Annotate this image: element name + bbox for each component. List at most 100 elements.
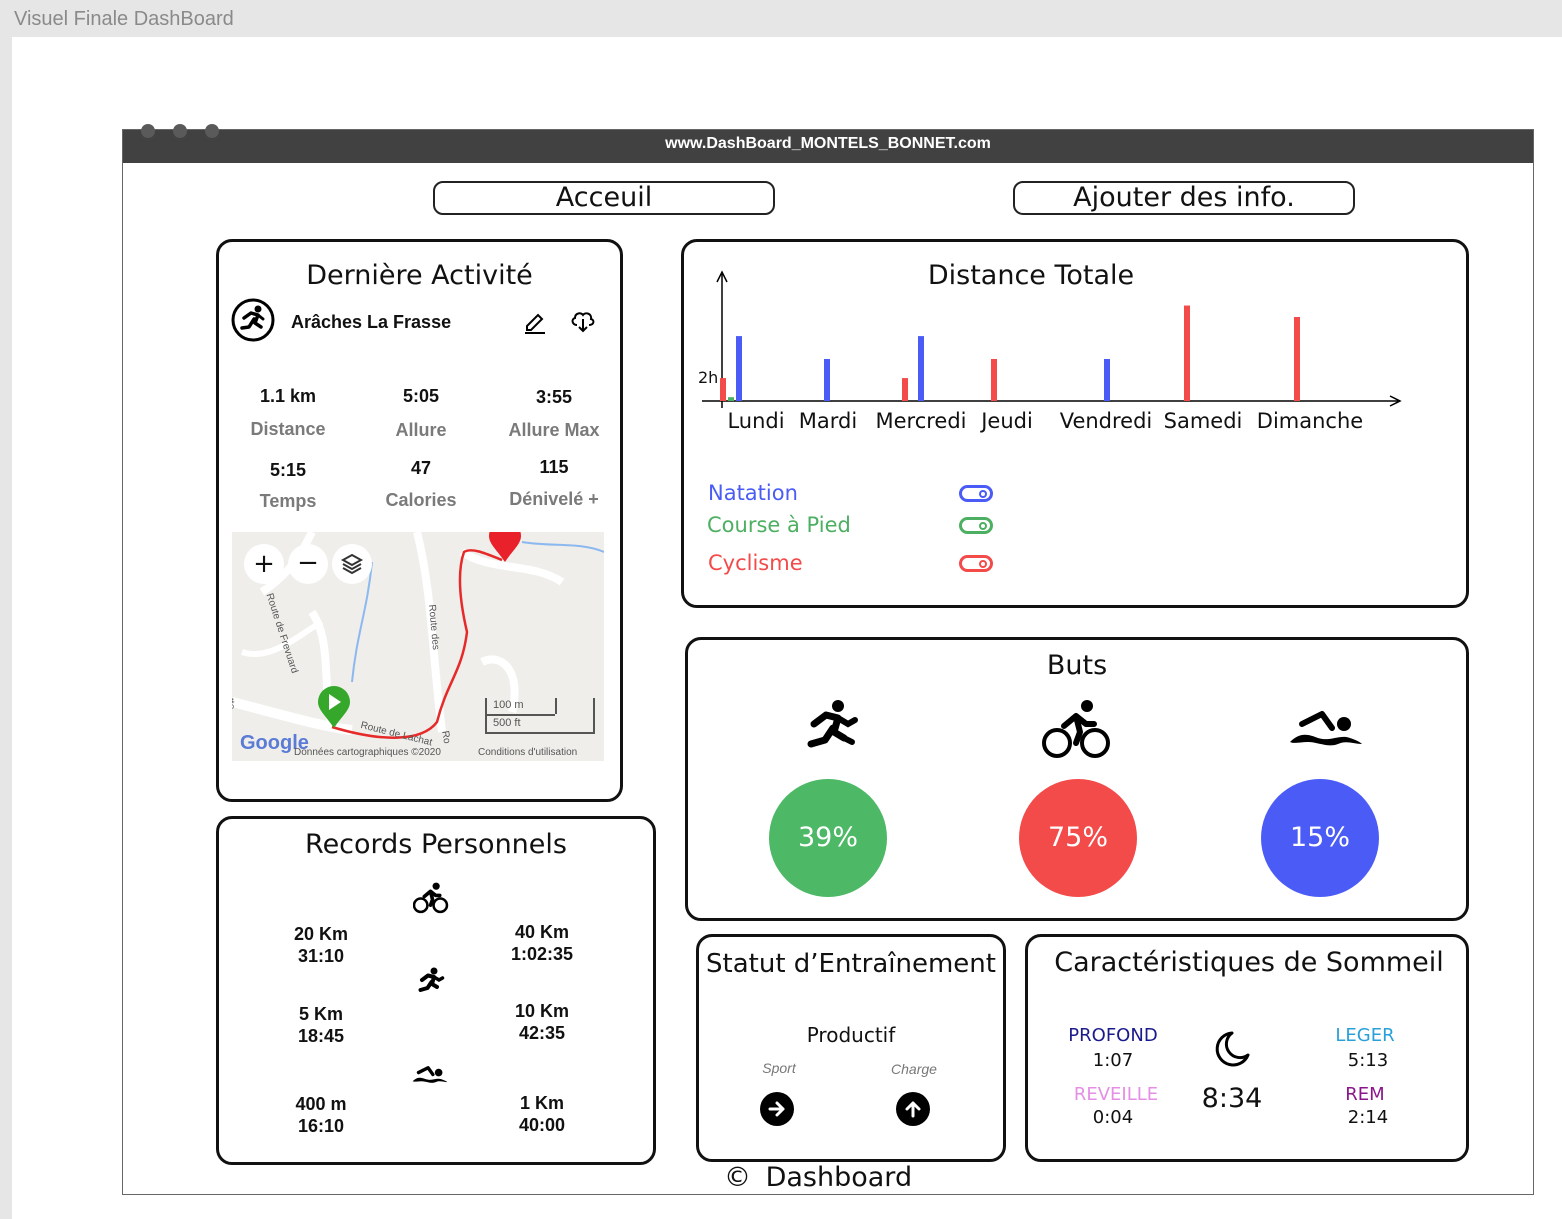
arrow-right-icon — [768, 1101, 785, 1117]
activity-name: Arâches La Frasse — [291, 312, 452, 332]
records-title: Records Personnels — [305, 829, 567, 860]
record-value: 1 Km 40:00 — [518, 1093, 566, 1135]
goals-card: Buts 39% 75% 15% — [685, 637, 1469, 921]
map-zoom-in-button[interactable]: + — [244, 544, 284, 584]
stat-elevation-value: 115 — [539, 457, 569, 477]
x-tick-label: Samedi — [1163, 409, 1243, 433]
bar-natation-vendredi — [1104, 359, 1110, 401]
stat-calories-value: 47 — [410, 458, 432, 478]
last-activity-card: Dernière Activité Arâches La Frasse 1.1 … — [216, 239, 623, 802]
stat-time-value: 5:15 — [269, 460, 307, 480]
edit-pencil-icon[interactable] — [522, 308, 548, 334]
charge-label: Charge — [891, 1061, 937, 1077]
bar-course-pied-lundi — [728, 397, 734, 401]
stat-calories-label: Calories — [385, 490, 457, 510]
bar-cyclisme-mercredi — [902, 378, 908, 401]
url-bar[interactable]: www.DashBoard_MONTELS_BONNET.com — [123, 135, 1533, 153]
sleep-light-label: LEGER — [1335, 1025, 1395, 1046]
map-end-pin-icon — [487, 532, 523, 564]
sleep-deep-value: 1:07 — [1092, 1050, 1134, 1071]
cycling-goal-circle: 75% — [1019, 779, 1137, 897]
footer-label: Dashboard — [765, 1162, 913, 1193]
record-value: 20 Km 31:10 — [293, 924, 349, 966]
map-scale-imperial: 500 ft — [493, 717, 521, 729]
browser-titlebar: www.DashBoard_MONTELS_BONNET.com — [123, 124, 1533, 163]
sport-label: Sport — [762, 1060, 796, 1076]
stat-max-pace-value: 3:55 — [535, 387, 573, 407]
record-value: 10 Km 42:35 — [514, 1001, 570, 1043]
bar-natation-mardi — [824, 359, 830, 401]
swimming-icon — [411, 1062, 449, 1086]
home-button[interactable]: Acceuil — [433, 181, 775, 215]
cloud-download-icon[interactable] — [569, 307, 597, 335]
last-activity-title: Dernière Activité — [306, 260, 533, 291]
map-attribution: Données cartographiques ©2020 — [294, 747, 441, 758]
stat-pace-value: 5:05 — [402, 386, 440, 406]
bar-cyclisme-jeudi — [991, 359, 997, 401]
bar-natation-mercredi — [918, 336, 924, 401]
sleep-rem-value: 2:14 — [1347, 1107, 1389, 1128]
legend-natation-label: Natation — [708, 481, 798, 505]
arrow-up-icon — [905, 1101, 921, 1118]
bar-cyclisme-lundi — [720, 378, 726, 401]
bar-cyclisme-dimanche — [1294, 317, 1300, 401]
distance-total-card: Distance Totale 2h Lundi Mardi Mercredi Jeu… — [681, 239, 1469, 608]
stat-distance-label: Distance — [250, 419, 326, 439]
map-road-label: Ro — [439, 730, 453, 745]
map-scale-metric: 100 m — [493, 699, 524, 711]
cyclisme-toggle[interactable] — [959, 555, 993, 572]
charge-arrow-up-button[interactable] — [896, 1092, 930, 1126]
goals-title: Buts — [1046, 650, 1108, 681]
cycling-icon — [1042, 698, 1112, 760]
legend-cyclisme-label: Cyclisme — [708, 551, 803, 575]
moon-icon — [1212, 1029, 1252, 1069]
sleep-deep-label: PROFOND — [1068, 1025, 1158, 1046]
route-map[interactable]: + − Route de Frevuard Route des Route de… — [232, 532, 604, 761]
map-layers-icon[interactable] — [332, 544, 372, 584]
stat-time-label: Temps — [259, 491, 317, 511]
running-goal-circle: 39% — [769, 779, 887, 897]
natation-toggle[interactable] — [959, 485, 993, 502]
stat-max-pace-label: Allure Max — [508, 420, 600, 440]
map-terms-link[interactable]: Conditions d'utilisation — [478, 747, 577, 758]
record-value: 40 Km 1:02:35 — [510, 922, 574, 964]
stat-pace-label: Allure — [395, 420, 447, 440]
stat-elevation-label: Dénivelé + — [509, 489, 599, 509]
legend-course-label: Course à Pied — [707, 513, 851, 537]
record-value: 400 m 16:10 — [295, 1094, 347, 1136]
sleep-awake-label: REVEILLE — [1073, 1084, 1159, 1105]
bar-cyclisme-samedi — [1184, 305, 1190, 401]
record-value: 5 Km 18:45 — [297, 1004, 345, 1046]
bar-natation-lundi — [736, 336, 742, 401]
sleep-rem-label: REM — [1345, 1084, 1385, 1105]
sleep-total: 8:34 — [1201, 1083, 1263, 1114]
distance-bar-chart — [702, 270, 1402, 408]
training-status-title: Statut d’Entraînement — [706, 949, 996, 979]
training-status-value: Productif — [806, 1023, 896, 1047]
records-card: Records Personnels 20 Km 31:10 40 Km 1:02:… — [216, 816, 656, 1165]
y-tick-label: 2h — [698, 368, 719, 387]
frame-title: Visuel Finale DashBoard — [14, 8, 234, 30]
stat-distance-value: 1.1 km — [259, 386, 317, 406]
map-scale: 100 m 500 ft — [485, 698, 595, 734]
running-icon — [800, 698, 860, 758]
footer: © Dashboard — [724, 1162, 912, 1193]
sleep-card: Caractéristiques de Sommeil 8:34 PROFOND… — [1025, 934, 1469, 1162]
swimming-icon — [1288, 702, 1364, 752]
copyright-icon: © — [724, 1162, 751, 1193]
training-status-card: Statut d’Entraînement Productif Sport Ch… — [696, 934, 1006, 1162]
swimming-goal-circle: 15% — [1261, 779, 1379, 897]
running-icon — [415, 967, 445, 997]
sleep-awake-value: 0:04 — [1092, 1107, 1134, 1128]
map-zoom-out-button[interactable]: − — [288, 544, 328, 584]
sleep-light-value: 5:13 — [1347, 1050, 1389, 1071]
x-tick-label: Dimanche — [1256, 409, 1364, 433]
add-info-button[interactable]: Ajouter des info. — [1013, 181, 1355, 215]
browser-window: www.DashBoard_MONTELS_BONNET.com Acceuil… — [122, 124, 1534, 1195]
course-toggle[interactable] — [959, 517, 993, 534]
cycling-icon — [412, 882, 449, 914]
sport-arrow-right-button[interactable] — [760, 1092, 794, 1126]
map-start-pin-icon — [316, 684, 352, 730]
sleep-title: Caractéristiques de Sommeil — [1054, 947, 1444, 978]
running-circle-icon — [231, 298, 275, 342]
